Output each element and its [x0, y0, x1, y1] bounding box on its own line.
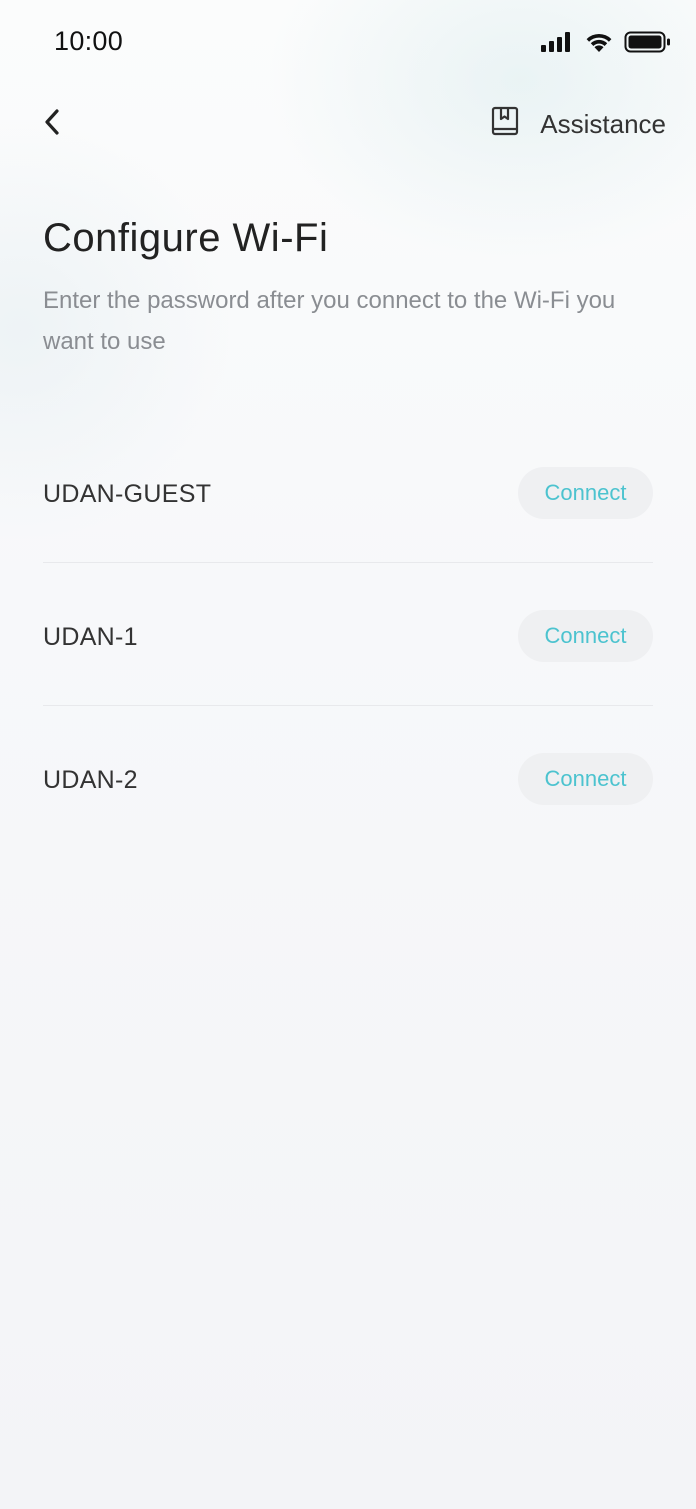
- book-icon: [490, 106, 520, 143]
- signal-icon: [540, 31, 574, 58]
- status-bar: 10:00: [0, 0, 696, 86]
- back-button[interactable]: [34, 104, 70, 144]
- network-ssid: UDAN-2: [43, 766, 138, 794]
- assistance-label: Assistance: [540, 109, 666, 139]
- page-subtitle: Enter the password after you connect to …: [43, 287, 616, 355]
- connect-button[interactable]: Connect: [518, 753, 653, 805]
- network-ssid: UDAN-GUEST: [43, 480, 212, 508]
- wifi-network-row: UDAN-2 Connect: [43, 706, 653, 849]
- assistance-button[interactable]: Assistance: [490, 106, 666, 143]
- nav-bar: Assistance: [0, 96, 696, 156]
- wifi-icon: [584, 31, 614, 58]
- wifi-network-row: UDAN-GUEST Connect: [43, 420, 653, 563]
- wifi-network-row: UDAN-1 Connect: [43, 563, 653, 706]
- connect-button[interactable]: Connect: [518, 467, 653, 519]
- connect-button[interactable]: Connect: [518, 610, 653, 662]
- status-time: 10:00: [54, 26, 124, 56]
- page-title: Configure Wi-Fi: [43, 216, 329, 260]
- wifi-network-list: UDAN-GUEST Connect UDAN-1 Connect UDAN-2…: [43, 420, 653, 849]
- chevron-left-icon: [41, 107, 63, 142]
- network-ssid: UDAN-1: [43, 623, 138, 651]
- status-icons: [540, 30, 672, 59]
- battery-icon: [624, 30, 672, 59]
